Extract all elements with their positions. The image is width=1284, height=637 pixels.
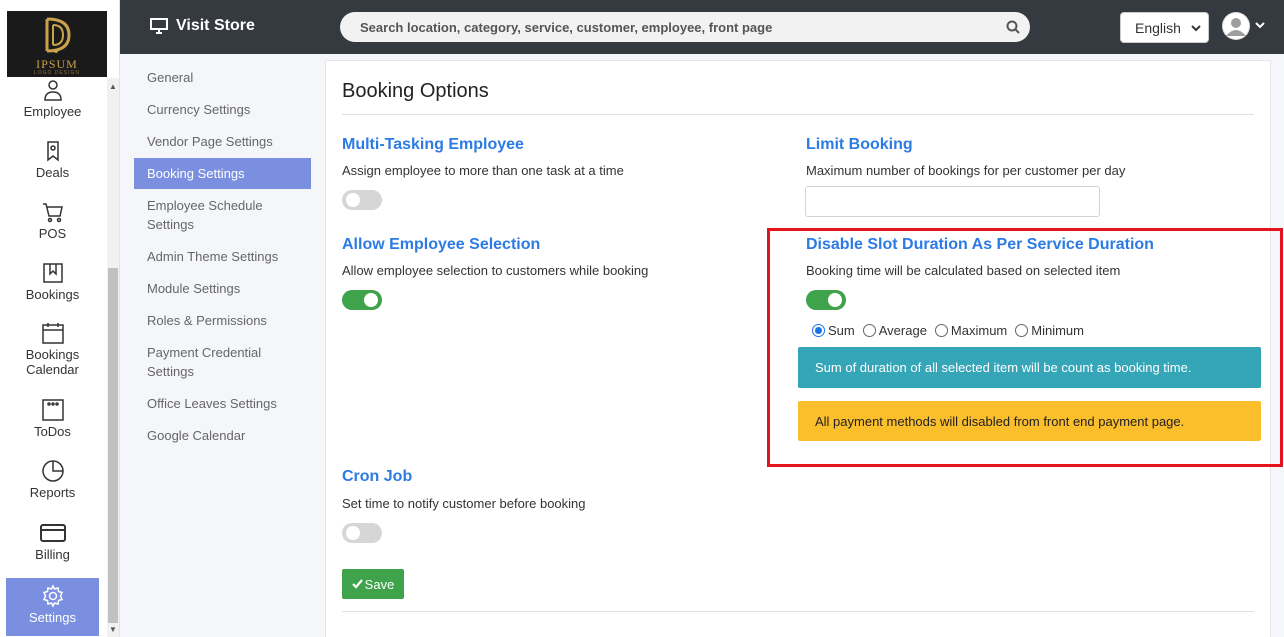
pie-chart-icon (41, 460, 64, 482)
credit-card-icon (39, 524, 66, 542)
limit-booking-input[interactable] (805, 186, 1100, 217)
save-button-label: Save (364, 576, 395, 592)
toggle-knob (346, 526, 360, 540)
submenu-item-general[interactable]: General (134, 68, 311, 87)
user-silhouette-icon (1223, 13, 1249, 39)
deals-icon (46, 141, 59, 162)
slot-duration-toggle[interactable] (806, 290, 846, 310)
rail-item-label: Settings (29, 610, 76, 625)
scroll-down-arrow-icon[interactable]: ▼ (108, 625, 118, 634)
language-select[interactable]: English (1120, 12, 1209, 43)
chevron-down-icon (1191, 25, 1201, 32)
radio-label: Maximum (950, 323, 1008, 338)
rail-item-label: Bookings (25, 287, 80, 302)
allow-selection-desc: Allow employee selection to customers wh… (342, 263, 649, 278)
submenu-item-employee-schedule-settings[interactable]: Employee Schedule Settings (134, 196, 274, 234)
bookings-icon (42, 263, 63, 283)
toggle-knob (828, 293, 842, 307)
rail-item-label: POS (38, 226, 67, 241)
user-menu-chevron-icon[interactable] (1254, 20, 1266, 32)
visit-store-label: Visit Store (176, 17, 255, 34)
check-icon (351, 579, 363, 589)
slot-duration-title: Disable Slot Duration As Per Service Dur… (806, 236, 1154, 253)
cron-job-desc: Set time to notify customer before booki… (342, 496, 586, 511)
radio-dot[interactable] (812, 324, 825, 337)
rail-item-pos[interactable]: POS (0, 200, 105, 250)
multitask-toggle[interactable] (342, 190, 382, 210)
radio-label: Minimum (1031, 323, 1084, 338)
rail-item-label: Billing (35, 547, 70, 562)
employee-icon (43, 80, 62, 101)
rail-item-label: Bookings Calendar (25, 347, 80, 377)
rail-item-deals[interactable]: Deals (0, 139, 105, 189)
company-logo[interactable]: IPSUM LOGO DESIGN (7, 11, 107, 77)
cron-job-toggle[interactable] (342, 523, 382, 543)
rail-item-bookings-calendar[interactable]: Bookings Calendar (0, 321, 105, 385)
radio-label: Sum (828, 323, 855, 338)
radio-minimum[interactable]: Minimum (1015, 323, 1084, 338)
footer-divider (342, 611, 1254, 612)
submenu-item-office-leaves-settings[interactable]: Office Leaves Settings (134, 394, 311, 413)
radio-maximum[interactable]: Maximum (934, 323, 1008, 338)
radio-dot[interactable] (862, 324, 876, 337)
submenu-item-currency-settings[interactable]: Currency Settings (134, 100, 311, 119)
duration-mode-radio-group: Sum Average Maximum Minimum (812, 323, 1092, 338)
slot-duration-desc: Booking time will be calculated based on… (806, 263, 1121, 278)
todos-icon (41, 399, 64, 421)
rail-item-todos[interactable]: ToDos (0, 398, 105, 448)
rail-item-reports[interactable]: Reports (0, 459, 105, 509)
multitask-desc: Assign employee to more than one task at… (342, 163, 624, 178)
payment-warning-alert: All payment methods will disabled from f… (798, 401, 1261, 441)
multitask-title: Multi-Tasking Employee (342, 136, 524, 153)
allow-selection-toggle[interactable] (342, 290, 382, 310)
limit-booking-desc: Maximum number of bookings for per custo… (806, 163, 1126, 178)
submenu-item-module-settings[interactable]: Module Settings (134, 279, 311, 298)
radio-sum[interactable]: Sum (812, 323, 855, 338)
title-divider (342, 114, 1254, 115)
submenu-item-google-calendar[interactable]: Google Calendar (134, 426, 311, 445)
scroll-up-arrow-icon[interactable]: ▲ (108, 82, 118, 91)
logo-tagline: LOGO DESIGN (33, 70, 80, 76)
limit-booking-title: Limit Booking (806, 136, 913, 153)
cron-job-title: Cron Job (342, 468, 413, 485)
user-avatar[interactable] (1222, 12, 1250, 40)
gear-icon (42, 584, 63, 608)
radio-label: Average (878, 323, 927, 338)
radio-dot[interactable] (934, 324, 948, 337)
submenu-item-roles-permissions[interactable]: Roles & Permissions (134, 311, 311, 330)
rail-item-bookings[interactable]: Bookings (0, 261, 105, 311)
submenu-item-vendor-page-settings[interactable]: Vendor Page Settings (134, 132, 311, 151)
page-title: Booking Options (342, 80, 489, 102)
submenu-item-payment-credential-settings[interactable]: Payment Credential Settings (134, 343, 274, 381)
language-selected-value: English (1135, 20, 1181, 36)
rail-item-label: ToDos (34, 424, 71, 439)
rail-item-employee[interactable]: Employee (0, 78, 105, 128)
cart-icon (42, 203, 63, 223)
visit-store-link[interactable]: Visit Store (150, 17, 255, 35)
submenu-item-booking-settings[interactable]: Booking Settings (134, 158, 311, 189)
rail-item-settings[interactable]: Settings (6, 578, 99, 636)
search-input[interactable] (340, 12, 980, 42)
booking-options-card: Booking Options Multi-Tasking Employee A… (325, 60, 1271, 637)
icon-sidebar: IPSUM LOGO DESIGN Employee Deals POS Boo… (0, 0, 120, 637)
monitor-icon (150, 18, 168, 34)
search-icon[interactable] (1006, 20, 1020, 34)
rail-scrollbar-thumb[interactable] (108, 268, 118, 623)
rail-item-label: Employee (23, 104, 82, 119)
rail-item-label: Reports (29, 485, 76, 500)
calendar-icon (41, 323, 64, 344)
rail-item-label: Deals (35, 165, 70, 180)
radio-average[interactable]: Average (862, 323, 927, 338)
rail-item-billing[interactable]: Billing (0, 521, 105, 571)
submenu-item-admin-theme-settings[interactable]: Admin Theme Settings (134, 247, 311, 266)
toggle-knob (346, 193, 360, 207)
radio-dot[interactable] (1015, 324, 1029, 337)
allow-selection-title: Allow Employee Selection (342, 236, 541, 253)
toggle-knob (364, 293, 378, 307)
top-navbar: Visit Store English (120, 0, 1284, 54)
global-search (340, 12, 1030, 42)
save-button[interactable]: Save (342, 569, 404, 599)
logo-monogram-icon (45, 17, 71, 53)
duration-info-alert: Sum of duration of all selected item wil… (798, 347, 1261, 388)
